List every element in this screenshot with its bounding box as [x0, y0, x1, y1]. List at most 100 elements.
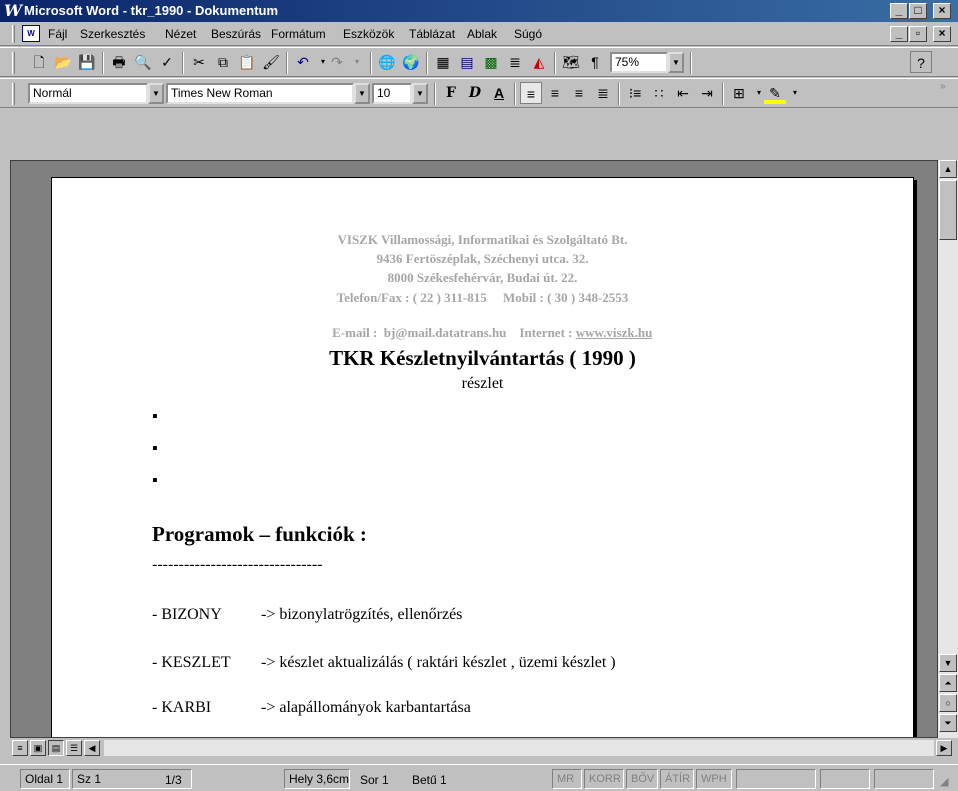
menu-insert[interactable]: Beszúrás	[207, 22, 265, 46]
next-page-icon[interactable]: ⏷	[939, 714, 957, 732]
print-layout-icon[interactable]: ▤	[48, 740, 64, 756]
font-combo[interactable]: Times New Roman	[166, 83, 354, 104]
undo-icon[interactable]: ↶	[292, 51, 314, 73]
spelling-icon[interactable]: ✓	[156, 51, 178, 73]
status-mode-ovr[interactable]: ÁTÍR	[660, 769, 694, 789]
web-layout-icon[interactable]: ▣	[30, 740, 46, 756]
maximize-button[interactable]: □	[909, 3, 927, 19]
doc-restore-button[interactable]: ▫	[909, 26, 927, 42]
status-extra	[874, 769, 934, 789]
normal-view-icon[interactable]: ≡	[12, 740, 28, 756]
minimize-button[interactable]: _	[890, 3, 908, 19]
function-desc: -> alapállományok karbantartása	[261, 699, 471, 716]
drawing-icon[interactable]: ◭	[528, 51, 550, 73]
menu-grip[interactable]	[12, 25, 15, 43]
outline-view-icon[interactable]: ☰	[66, 740, 82, 756]
menu-file[interactable]: Fájl	[44, 22, 71, 46]
status-mode-wph[interactable]: WPH	[696, 769, 732, 789]
numbering-icon[interactable]: ⁝≡	[624, 82, 646, 104]
status-spelling	[820, 769, 870, 789]
bold-button[interactable]: F	[440, 82, 462, 104]
show-hide-icon[interactable]: ¶	[584, 51, 606, 73]
decrease-indent-icon[interactable]: ⇤	[672, 82, 694, 104]
company-name: VISZK Villamossági, Informatikai és Szol…	[337, 232, 628, 247]
document-map-icon[interactable]: 🗺	[560, 51, 582, 73]
align-left-icon[interactable]: ≡	[520, 82, 542, 104]
columns-icon[interactable]: ≣	[504, 51, 526, 73]
browse-object-icon[interactable]: ○	[939, 694, 957, 712]
document-menu-icon[interactable]: W	[22, 25, 40, 42]
web-toolbar-icon[interactable]: 🌍	[400, 51, 422, 73]
redo-dropdown-icon[interactable]: ▾	[346, 51, 368, 73]
scroll-up-icon[interactable]: ▲	[939, 160, 957, 178]
word-logo-icon: W	[4, 1, 22, 20]
tables-borders-icon[interactable]: ▦	[432, 51, 454, 73]
toolbar-grip[interactable]	[12, 52, 15, 74]
resize-grip-icon[interactable]: ◢	[940, 775, 948, 788]
dash-separator: --------------------------------	[152, 556, 323, 573]
zoom-dropdown-icon[interactable]: ▼	[668, 52, 684, 73]
font-dropdown-icon[interactable]: ▼	[354, 83, 370, 104]
menu-tools[interactable]: Eszközök	[339, 22, 398, 46]
menu-edit[interactable]: Szerkesztés	[76, 22, 149, 46]
cut-icon[interactable]: ✂	[188, 51, 210, 73]
horizontal-scrollbar[interactable]: ≡ ▣ ▤ ☰ ◀ ▶	[10, 738, 958, 758]
justify-icon[interactable]: ≣	[592, 82, 614, 104]
horizontal-scroll-track[interactable]	[104, 740, 934, 756]
print-preview-icon[interactable]: 🔍	[132, 51, 154, 73]
website-link[interactable]: www.viszk.hu	[576, 325, 653, 340]
status-mode-rec[interactable]: MR	[552, 769, 582, 789]
font-size-combo[interactable]: 10	[372, 83, 412, 104]
doc-minimize-button[interactable]: _	[890, 26, 908, 42]
previous-page-icon[interactable]: ⏶	[939, 674, 957, 692]
vertical-scrollbar[interactable]: ▲ ▼ ⏶ ○ ⏷	[938, 160, 958, 738]
paste-icon[interactable]: 📋	[236, 51, 258, 73]
menu-table[interactable]: Táblázat	[405, 22, 459, 46]
redo-icon[interactable]: ↷	[326, 51, 348, 73]
underline-button[interactable]: A	[488, 82, 510, 104]
bullets-icon[interactable]: ∷	[648, 82, 670, 104]
status-mode-ext[interactable]: BŐV	[626, 769, 658, 789]
menu-help[interactable]: Súgó	[510, 22, 546, 46]
status-position: Hely 3,6cm	[284, 769, 350, 789]
status-mode-track[interactable]: KORR	[584, 769, 624, 789]
toolbar-separator	[370, 52, 372, 74]
document-page[interactable]: VISZK Villamossági, Informatikai és Szol…	[51, 177, 914, 737]
status-language	[736, 769, 816, 789]
style-dropdown-icon[interactable]: ▼	[148, 83, 164, 104]
insert-hyperlink-icon[interactable]: 🌐	[376, 51, 398, 73]
open-folder-icon[interactable]: 📂	[52, 51, 74, 73]
toolbar-overflow-icon[interactable]: »	[940, 81, 946, 92]
borders-icon[interactable]: ⊞	[728, 82, 750, 104]
highlight-icon[interactable]: ✎	[764, 82, 786, 104]
menu-window[interactable]: Ablak	[463, 22, 501, 46]
format-painter-icon[interactable]: 🖌	[260, 51, 282, 73]
toolbar-grip[interactable]	[12, 83, 15, 105]
status-column: Betű 1	[412, 773, 447, 787]
scroll-down-icon[interactable]: ▼	[939, 654, 957, 672]
new-document-icon[interactable]: 🗋	[28, 51, 50, 73]
help-icon[interactable]: ?	[910, 51, 932, 73]
insert-excel-icon[interactable]: ▩	[480, 51, 502, 73]
save-icon[interactable]: 💾	[76, 51, 98, 73]
scroll-thumb[interactable]	[939, 180, 957, 240]
align-right-icon[interactable]: ≡	[568, 82, 590, 104]
doc-close-button[interactable]: ×	[933, 26, 951, 42]
menu-view[interactable]: Nézet	[161, 22, 200, 46]
increase-indent-icon[interactable]: ⇥	[696, 82, 718, 104]
close-button[interactable]: ×	[933, 3, 951, 19]
align-center-icon[interactable]: ≡	[544, 82, 566, 104]
font-size-dropdown-icon[interactable]: ▼	[412, 83, 428, 104]
scroll-left-icon[interactable]: ◀	[84, 740, 100, 756]
print-icon[interactable]: 🖶	[108, 51, 130, 73]
scroll-right-icon[interactable]: ▶	[936, 740, 952, 756]
italic-button[interactable]: D	[464, 82, 486, 104]
copy-icon[interactable]: ⧉	[212, 51, 234, 73]
style-combo[interactable]: Normál	[28, 83, 148, 104]
zoom-combo[interactable]: 75%	[610, 52, 668, 73]
company-phone: Telefon/Fax : ( 22 ) 311-815 Mobil : ( 3…	[336, 290, 629, 305]
function-desc: -> bizonylatrögzítés, ellenőrzés	[261, 606, 463, 623]
menu-format[interactable]: Formátum	[267, 22, 330, 46]
highlight-dropdown-icon[interactable]: ▾	[784, 82, 806, 104]
insert-table-icon[interactable]: ▤	[456, 51, 478, 73]
